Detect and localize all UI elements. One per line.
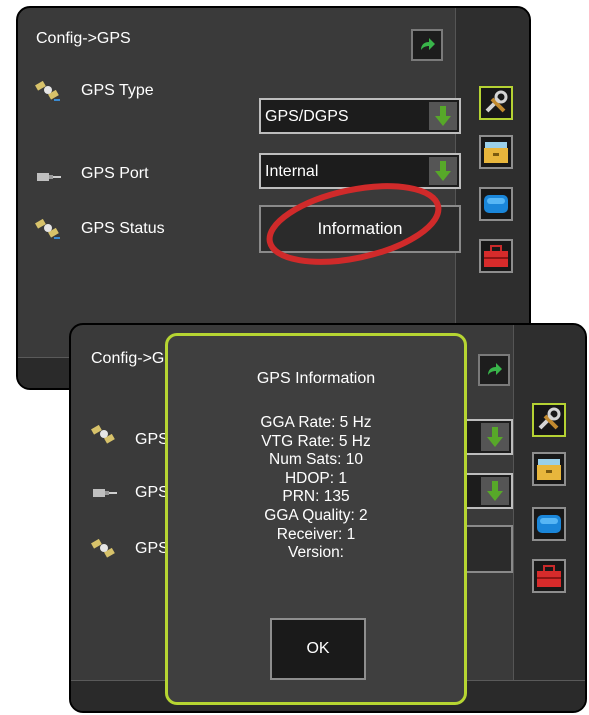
satellite-icon (35, 80, 60, 101)
gps-info-list: GGA Rate: 5 Hz VTG Rate: 5 Hz Num Sats: … (168, 414, 464, 563)
tools-tab-button[interactable] (479, 86, 513, 120)
data-tab-button[interactable] (479, 135, 513, 169)
page-title: Config->GPS (36, 30, 131, 47)
port-connector-icon (37, 173, 61, 181)
console-icon (484, 195, 508, 213)
console-tab-button[interactable] (479, 187, 513, 221)
dialog-title: GPS Information (256, 370, 376, 387)
tools-tab-button[interactable] (532, 403, 566, 437)
gps-status-label: GPS Status (81, 220, 165, 237)
file-cabinet-icon (484, 142, 508, 163)
vtg-rate-text: VTG Rate: 5 Hz (261, 432, 371, 450)
file-cabinet-icon (537, 459, 561, 480)
satellite-icon (91, 538, 115, 558)
gps-type-value: GPS/DGPS (265, 108, 349, 125)
gps-port-label: GPS (135, 484, 169, 501)
gps-type-dropdown[interactable]: GPS/DGPS (259, 98, 461, 134)
dropdown-arrow-button[interactable] (481, 477, 509, 505)
gps-type-label: GPS (135, 431, 169, 448)
gps-information-dialog: GPS Information GGA Rate: 5 Hz VTG Rate:… (165, 333, 467, 705)
port-connector-icon (93, 489, 117, 497)
callout-ellipse (266, 183, 442, 265)
satellite-icon (91, 424, 115, 444)
data-tab-button[interactable] (532, 452, 566, 486)
satellite-icon (35, 218, 60, 239)
version-text: Version: (287, 544, 344, 562)
tools-icon (538, 407, 561, 430)
back-button[interactable] (478, 354, 510, 386)
gga-quality-text: GGA Quality: 2 (264, 506, 368, 524)
back-button[interactable] (411, 29, 443, 61)
down-arrow-icon (487, 427, 503, 447)
console-icon (537, 515, 561, 533)
tools-icon (485, 90, 508, 113)
gps-port-label: GPS Port (81, 165, 149, 182)
dropdown-arrow-button[interactable] (429, 102, 457, 130)
gps-status-label: GPS (135, 540, 169, 557)
down-arrow-icon (435, 106, 451, 126)
prn-text: PRN: 135 (282, 488, 350, 506)
page-title: Config->G (91, 350, 165, 367)
back-arrow-icon (488, 363, 502, 375)
ok-button[interactable]: OK (270, 618, 366, 680)
dropdown-arrow-button[interactable] (481, 423, 509, 451)
num-sats-text: Num Sats: 10 (269, 451, 363, 469)
toolbox-tab-button[interactable] (532, 559, 566, 593)
gga-rate-text: GGA Rate: 5 Hz (260, 414, 372, 431)
toolbox-icon (537, 565, 561, 587)
back-arrow-icon (421, 38, 435, 50)
down-arrow-icon (487, 481, 503, 501)
console-tab-button[interactable] (532, 507, 566, 541)
toolbox-icon (484, 245, 508, 267)
receiver-text: Receiver: 1 (276, 525, 356, 543)
gps-type-label: GPS Type (81, 82, 154, 99)
toolbox-tab-button[interactable] (479, 239, 513, 273)
hdop-text: HDOP: 1 (284, 469, 347, 487)
